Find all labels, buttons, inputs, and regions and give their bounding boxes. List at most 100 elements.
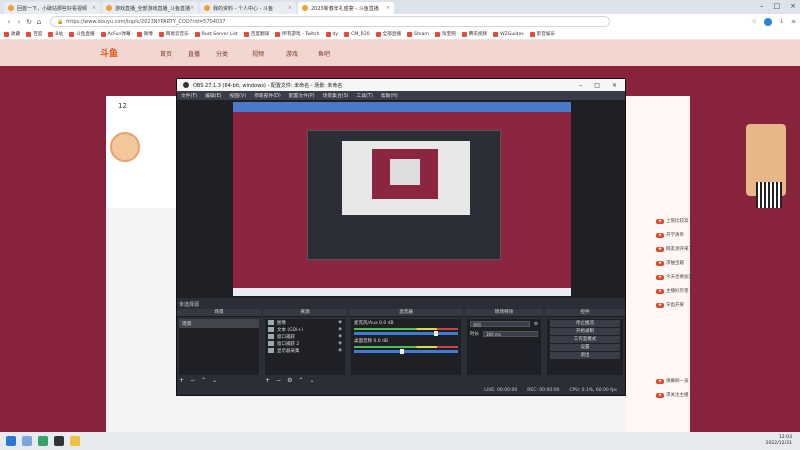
transition-select[interactable]: 淡出 bbox=[470, 321, 530, 327]
obs-app-icon[interactable] bbox=[54, 436, 64, 446]
nav-item[interactable]: 游戏 bbox=[286, 49, 298, 58]
os-taskbar: 12:03 2022/12/31 bbox=[0, 432, 800, 450]
maximize-icon[interactable]: □ bbox=[594, 82, 600, 89]
remove-icon[interactable]: − bbox=[190, 377, 195, 384]
menu-item[interactable]: 视图(V) bbox=[229, 92, 246, 99]
bookmark-item[interactable]: 腾讯视频 bbox=[461, 31, 487, 37]
nav-item[interactable]: 直播 bbox=[188, 49, 200, 58]
menu-item[interactable]: 文件(F) bbox=[181, 92, 197, 99]
duration-input[interactable]: 300 ms bbox=[483, 331, 538, 337]
nav-item[interactable]: 视频 bbox=[252, 49, 264, 58]
bookmark-item[interactable]: WZGuides bbox=[493, 31, 524, 37]
menu-item[interactable]: 配置文件(P) bbox=[289, 92, 315, 99]
move-up-icon[interactable]: ⌃ bbox=[201, 377, 206, 384]
bookmark-item[interactable]: Rust Server List bbox=[194, 31, 238, 37]
nav-item[interactable]: 鱼吧 bbox=[318, 49, 330, 58]
bookmark-item[interactable]: 影音娱乐 bbox=[529, 31, 555, 37]
start-recording-button[interactable]: 开始录制 bbox=[550, 328, 620, 335]
start-icon[interactable] bbox=[6, 436, 16, 446]
bookmark-item[interactable]: 微博 bbox=[136, 31, 153, 37]
scene-item[interactable]: 场景 bbox=[179, 319, 259, 328]
minimize-icon[interactable]: – bbox=[760, 2, 764, 10]
browser-tab-active[interactable]: 2023新春年礼盛宴 - 斗鱼直播 × bbox=[298, 2, 394, 14]
back-icon[interactable]: ‹ bbox=[4, 18, 14, 26]
bookmark-item[interactable]: 百度翻译 bbox=[243, 31, 269, 37]
add-icon[interactable]: + bbox=[179, 377, 184, 384]
slider-knob[interactable] bbox=[434, 331, 438, 336]
volume-slider[interactable] bbox=[354, 349, 458, 354]
folder-icon[interactable] bbox=[70, 436, 80, 446]
close-icon[interactable]: × bbox=[92, 5, 96, 11]
bookmark-item[interactable]: CM_R20 bbox=[344, 31, 370, 37]
move-up-icon[interactable]: ⌃ bbox=[298, 377, 303, 384]
star-icon[interactable]: ☆ bbox=[752, 18, 757, 25]
volume-slider[interactable] bbox=[354, 331, 458, 336]
bookmark-item[interactable]: 全部直播 bbox=[375, 31, 401, 37]
bookmark-item[interactable]: B站 bbox=[48, 31, 63, 37]
slider-knob[interactable] bbox=[400, 349, 404, 354]
obs-preview[interactable] bbox=[177, 100, 625, 298]
close-icon[interactable]: × bbox=[386, 5, 390, 11]
gear-icon[interactable]: ⚙ bbox=[287, 377, 292, 384]
bookmark-item[interactable]: 淘宝网 bbox=[434, 31, 456, 37]
home-icon[interactable]: ⌂ bbox=[34, 18, 44, 26]
bookmark-item[interactable]: 收藏 bbox=[4, 31, 20, 37]
settings-button[interactable]: 设置 bbox=[550, 344, 620, 351]
visibility-icon[interactable]: ◉ bbox=[338, 320, 342, 325]
rec-timer: REC: 00:00:00 bbox=[527, 388, 560, 393]
bookmark-item[interactable]: dy bbox=[325, 31, 338, 37]
browser-tab[interactable]: 游戏直播_全部游戏直播_斗鱼直播 × bbox=[102, 2, 198, 14]
close-icon[interactable]: × bbox=[288, 5, 292, 11]
source-item[interactable]: 窗口捕获 ◉ bbox=[265, 333, 345, 340]
browser-tab[interactable]: 我的资料 - 个人中心 - 斗鱼 × bbox=[200, 2, 296, 14]
bookmark-item[interactable]: 网易云音乐 bbox=[158, 31, 189, 37]
menu-icon[interactable]: ≡ bbox=[791, 18, 796, 25]
minimize-icon[interactable]: – bbox=[579, 82, 582, 89]
bookmark-item[interactable]: 百度 bbox=[26, 31, 42, 37]
menu-item[interactable]: 场景集合(S) bbox=[323, 92, 349, 99]
menu-item[interactable]: 帮助(H) bbox=[381, 92, 398, 99]
window-icon bbox=[268, 341, 274, 346]
visibility-icon[interactable]: ◉ bbox=[338, 348, 342, 353]
download-icon[interactable]: ↓ bbox=[779, 18, 784, 25]
add-icon[interactable]: + bbox=[265, 377, 270, 384]
menu-item[interactable]: 停靠部件(D) bbox=[254, 92, 281, 99]
source-item[interactable]: 显示器采集 ◉ bbox=[265, 347, 345, 354]
maximize-icon[interactable]: □ bbox=[774, 2, 781, 10]
close-window-icon[interactable]: × bbox=[790, 2, 796, 10]
extension-icon[interactable] bbox=[763, 17, 772, 26]
bookmark-item[interactable]: AcFun弹幕 bbox=[100, 31, 131, 37]
visibility-icon[interactable]: ◉ bbox=[338, 334, 342, 339]
menu-item[interactable]: 编辑(E) bbox=[205, 92, 221, 99]
source-item[interactable]: 图像 ◉ bbox=[265, 319, 345, 326]
image-icon bbox=[268, 320, 274, 325]
nav-item[interactable]: 分类 bbox=[216, 49, 228, 58]
nav-item[interactable]: 首页 bbox=[160, 49, 172, 58]
avatar[interactable] bbox=[110, 132, 140, 162]
move-down-icon[interactable]: ⌄ bbox=[212, 377, 217, 384]
stop-streaming-button[interactable]: 停止推流 bbox=[550, 320, 620, 327]
visibility-icon[interactable]: ◉ bbox=[338, 327, 342, 332]
close-icon[interactable]: × bbox=[612, 82, 617, 89]
bookmark-item[interactable]: 所有游戏 - Twitch bbox=[275, 31, 320, 37]
close-icon[interactable]: × bbox=[190, 5, 194, 11]
menu-item[interactable]: 工具(T) bbox=[357, 92, 373, 99]
system-clock[interactable]: 12:03 2022/12/31 bbox=[766, 435, 792, 447]
exit-button[interactable]: 退出 bbox=[550, 352, 620, 359]
browser-app-icon[interactable] bbox=[38, 436, 48, 446]
bookmark-item[interactable]: Steam bbox=[407, 31, 429, 37]
visibility-icon[interactable]: ◉ bbox=[338, 341, 342, 346]
url-field[interactable]: 🔒 https://www.douyu.com/topic/2023NYPART… bbox=[50, 16, 610, 27]
gear-icon[interactable]: ⚙ bbox=[534, 322, 538, 327]
browser-tab[interactable]: 回首一下，小破站那些好看视频 × bbox=[4, 2, 100, 14]
source-item[interactable]: 文本 (GDI+) ◉ bbox=[265, 326, 345, 333]
move-down-icon[interactable]: ⌄ bbox=[309, 377, 314, 384]
search-icon[interactable] bbox=[22, 436, 32, 446]
source-item[interactable]: 窗口捕获 2 ◉ bbox=[265, 340, 345, 347]
remove-icon[interactable]: − bbox=[276, 377, 281, 384]
bookmark-item[interactable]: 斗鱼直播 bbox=[69, 31, 95, 37]
reload-icon[interactable]: ↻ bbox=[24, 18, 34, 26]
studio-mode-button[interactable]: 工作室模式 bbox=[550, 336, 620, 343]
site-logo[interactable]: 斗鱼 bbox=[100, 46, 118, 59]
forward-icon[interactable]: › bbox=[14, 18, 24, 26]
